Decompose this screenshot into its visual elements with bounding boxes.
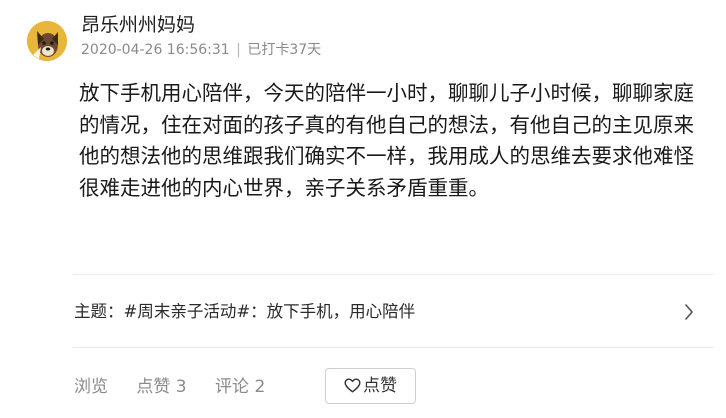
author-name[interactable]: 昂乐州州妈妈: [81, 12, 195, 38]
avatar[interactable]: [27, 21, 67, 61]
chevron-right-icon[interactable]: [684, 303, 694, 321]
heart-icon: [344, 378, 361, 393]
divider: [73, 347, 714, 348]
views-link[interactable]: 浏览: [74, 368, 108, 406]
like-button[interactable]: 点赞: [325, 368, 416, 404]
divider: [73, 274, 714, 275]
dog-avatar-icon: [27, 21, 67, 61]
meta-separator: |: [236, 42, 241, 58]
topic-link[interactable]: 主题：#周末亲子活动#：放下手机，用心陪伴: [74, 296, 704, 328]
comments-link[interactable]: 评论 2: [215, 368, 265, 406]
post-content: 放下手机用心陪伴，今天的陪伴一小时，聊聊儿子小时候，聊聊家庭的情况，住在对面的孩…: [79, 81, 694, 200]
post-actions: 浏览 点赞 3 评论 2: [74, 368, 288, 406]
post-timestamp: 2020-04-26 16:56:31: [81, 42, 230, 58]
post-meta: 2020-04-26 16:56:31 | 已打卡37天: [81, 41, 321, 59]
likes-count-link[interactable]: 点赞 3: [136, 368, 186, 406]
post-card: 昂乐州州妈妈 2020-04-26 16:56:31 | 已打卡37天 放下手机…: [0, 0, 726, 418]
checkin-days: 已打卡37天: [247, 42, 322, 58]
like-button-label: 点赞: [363, 376, 397, 396]
